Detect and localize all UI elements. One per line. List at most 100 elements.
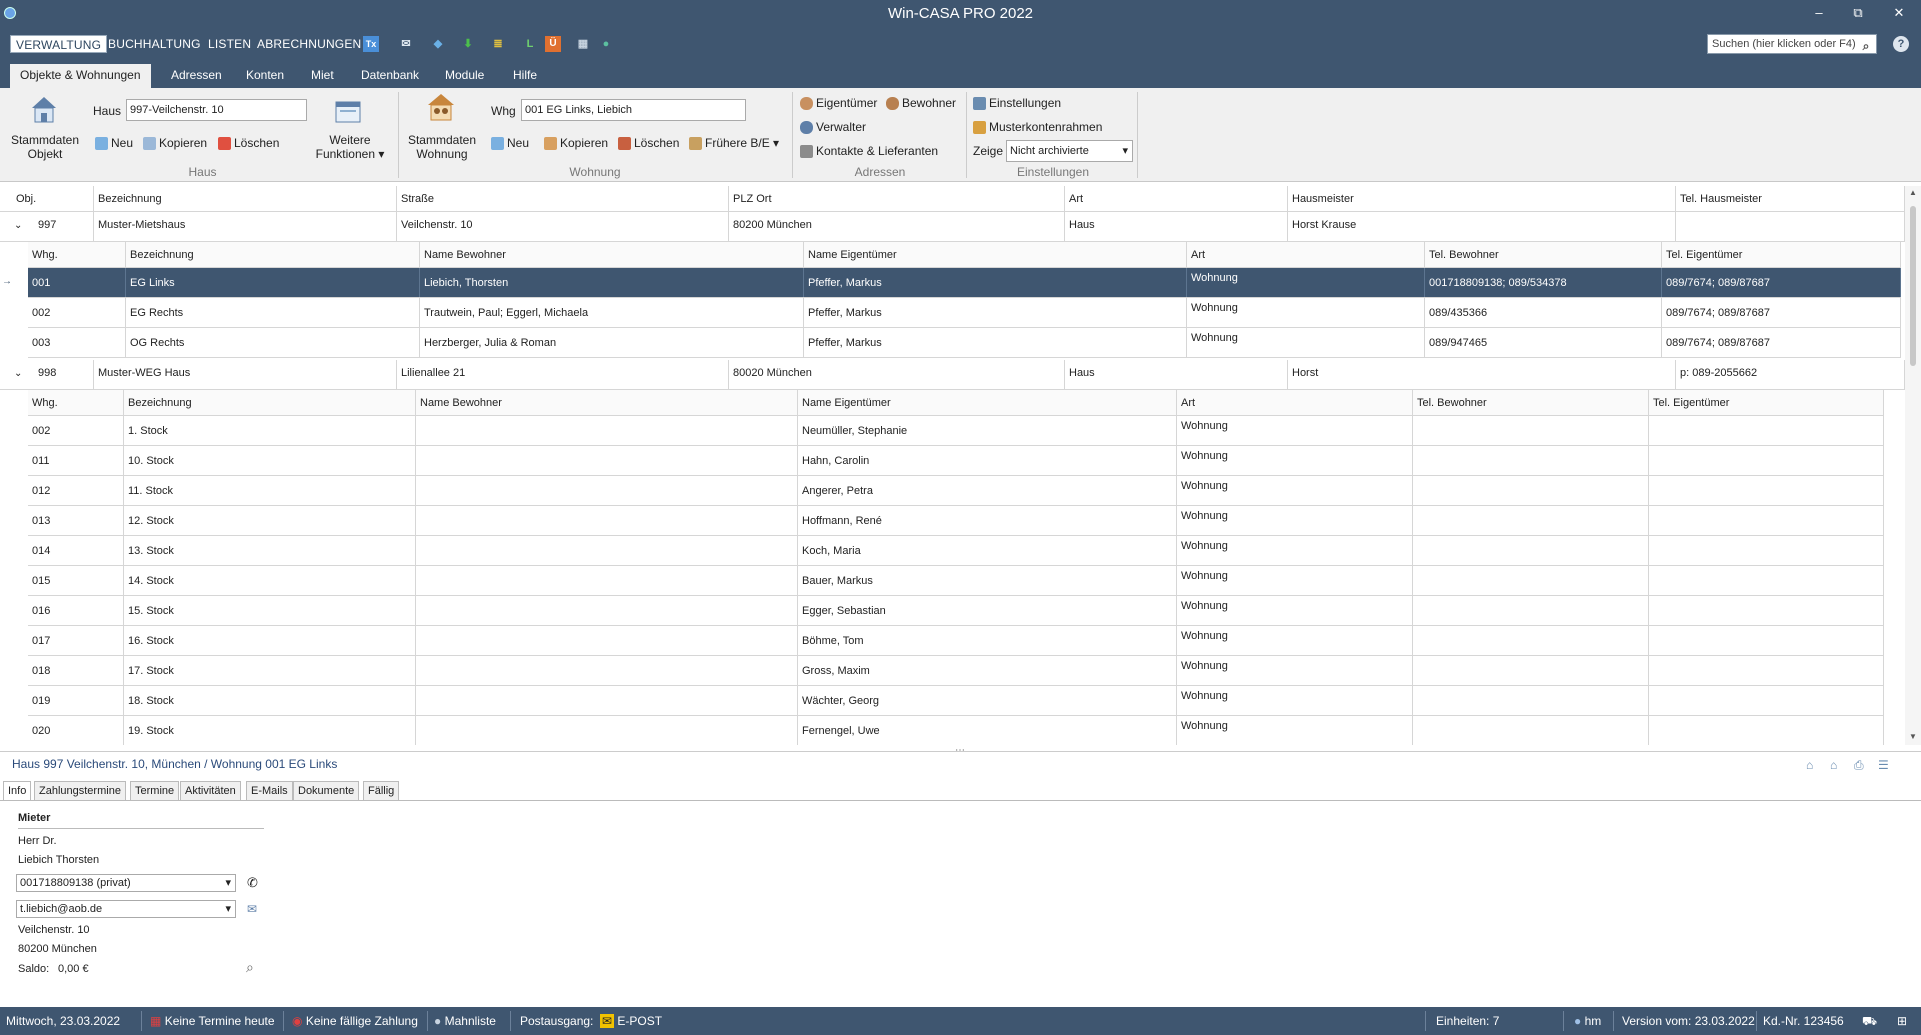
- sub-column-header[interactable]: Art: [1177, 390, 1413, 415]
- u-icon[interactable]: Ü: [545, 36, 561, 52]
- phone-select[interactable]: 001718809138 (privat) ▾: [16, 874, 236, 892]
- unit-row[interactable]: 020 19. Stock Fernengel, Uwe Wohnung: [28, 716, 1884, 745]
- whg-kopieren-button[interactable]: Kopieren: [544, 136, 608, 151]
- send-mail-icon[interactable]: ✉: [247, 902, 257, 916]
- sub-column-header[interactable]: Name Eigentümer: [798, 390, 1177, 415]
- sub-column-header[interactable]: Tel. Bewohner: [1413, 390, 1649, 415]
- search-input[interactable]: Suchen (hier klicken oder F4): [1707, 34, 1877, 54]
- bewohner-button[interactable]: Bewohner: [886, 96, 956, 111]
- unit-row[interactable]: 017 16. Stock Böhme, Tom Wohnung: [28, 626, 1884, 656]
- tab-emails[interactable]: E-Mails: [246, 781, 293, 801]
- column-header[interactable]: Obj.: [12, 186, 94, 211]
- unit-row[interactable]: 016 15. Stock Egger, Sebastian Wohnung: [28, 596, 1884, 626]
- sub-column-header[interactable]: Bezeichnung: [124, 390, 416, 415]
- column-header[interactable]: Tel. Hausmeister: [1676, 186, 1905, 211]
- mail-icon[interactable]: ✉: [398, 36, 414, 52]
- unit-row[interactable]: 013 12. Stock Hoffmann, René Wohnung: [28, 506, 1884, 536]
- house-row[interactable]: ⌄ 998 Muster-WEG Haus Lilienallee 21 80020 M…: [0, 360, 1905, 390]
- sub-column-header[interactable]: Whg.: [28, 390, 124, 415]
- download-icon[interactable]: ⬇: [460, 36, 476, 52]
- status-termine[interactable]: ▦ Keine Termine heute: [150, 1014, 275, 1028]
- phone-icon[interactable]: ✆: [247, 875, 258, 891]
- musterkontenrahmen-button[interactable]: Musterkontenrahmen: [973, 120, 1102, 135]
- chevron-down-icon[interactable]: ⌄: [14, 368, 22, 379]
- magnifier-icon[interactable]: ⌕: [246, 959, 254, 976]
- tx-icon[interactable]: Tx: [363, 36, 379, 52]
- kontakte-lieferanten-button[interactable]: Kontakte & Lieferanten: [800, 144, 938, 159]
- sub-column-header[interactable]: Tel. Eigentümer: [1649, 390, 1884, 415]
- sub-column-header[interactable]: Bezeichnung: [126, 242, 420, 267]
- haus-loeschen-button[interactable]: Löschen: [218, 136, 279, 151]
- unit-row[interactable]: 002 1. Stock Neumüller, Stephanie Wohnung: [28, 416, 1884, 446]
- scroll-thumb[interactable]: [1910, 206, 1916, 366]
- tab-dokumente[interactable]: Dokumente: [293, 781, 360, 801]
- status-epost[interactable]: ✉ E-POST: [600, 1014, 662, 1028]
- unit-row[interactable]: 002 EG Rechts Trautwein, Paul; Eggerl, Mic…: [28, 298, 1901, 328]
- haus-neu-button[interactable]: Neu: [95, 136, 133, 151]
- car-icon[interactable]: ⛟: [1862, 1014, 1877, 1030]
- print-icon[interactable]: ⎙: [1854, 758, 1864, 773]
- column-header[interactable]: Bezeichnung: [94, 186, 397, 211]
- unit-row[interactable]: 003 OG Rechts Herzberger, Julia & Roman Pfe…: [28, 328, 1901, 358]
- tab-miet[interactable]: Miet: [303, 64, 342, 88]
- transfer-icon[interactable]: ◆: [430, 36, 446, 52]
- menu-buchhaltung[interactable]: BUCHHALTUNG: [103, 35, 206, 53]
- column-header[interactable]: Straße: [397, 186, 729, 211]
- home-icon[interactable]: ⌂: [1830, 758, 1837, 772]
- minimize-button[interactable]: –: [1808, 4, 1830, 22]
- sub-column-header[interactable]: Name Bewohner: [416, 390, 798, 415]
- unit-row[interactable]: 015 14. Stock Bauer, Markus Wohnung: [28, 566, 1884, 596]
- unit-row[interactable]: 012 11. Stock Angerer, Petra Wohnung: [28, 476, 1884, 506]
- house-row[interactable]: ⌄ 997 Muster-Mietshaus Veilchenstr. 10 80200…: [0, 212, 1905, 242]
- tab-module[interactable]: Module: [437, 64, 492, 88]
- sub-column-header[interactable]: Tel. Eigentümer: [1662, 242, 1901, 267]
- tab-datenbank[interactable]: Datenbank: [353, 64, 427, 88]
- status-mahnliste[interactable]: ● Mahnliste: [434, 1014, 496, 1028]
- sub-column-header[interactable]: Art: [1187, 242, 1425, 267]
- whg-select[interactable]: 001 EG Links, Liebich: [521, 99, 746, 121]
- haus-select[interactable]: 997-Veilchenstr. 10: [126, 99, 307, 121]
- whg-loeschen-button[interactable]: Löschen: [618, 136, 679, 151]
- list-icon[interactable]: ☰: [1878, 758, 1889, 772]
- tab-faellig[interactable]: Fällig: [363, 781, 400, 801]
- column-header[interactable]: Hausmeister: [1288, 186, 1676, 211]
- tab-aktivitaeten[interactable]: Aktivitäten: [180, 781, 241, 801]
- help-icon[interactable]: ?: [1893, 36, 1909, 52]
- email-select[interactable]: t.liebich@aob.de ▾: [16, 900, 236, 918]
- menu-verwaltung[interactable]: VERWALTUNG: [10, 35, 108, 53]
- list-icon[interactable]: ≣: [490, 36, 506, 52]
- column-header[interactable]: PLZ Ort: [729, 186, 1065, 211]
- splitter-grip[interactable]: ⋯: [955, 745, 965, 756]
- status-zahlung[interactable]: ◉ Keine fällige Zahlung: [292, 1014, 418, 1028]
- einstellungen-button[interactable]: Einstellungen: [973, 96, 1061, 111]
- tab-zahlungstermine[interactable]: Zahlungstermine: [34, 781, 126, 801]
- menu-abrechnungen[interactable]: ABRECHNUNGEN: [252, 35, 366, 53]
- l-icon[interactable]: L: [522, 36, 538, 52]
- people-icon[interactable]: ●: [598, 36, 614, 52]
- scroll-down-icon[interactable]: ▼: [1909, 732, 1917, 741]
- sub-column-header[interactable]: Whg.: [28, 242, 126, 267]
- search-icon[interactable]: ⌕: [1858, 38, 1874, 54]
- calculator-icon[interactable]: ▦: [575, 36, 591, 52]
- tab-termine[interactable]: Termine: [130, 781, 180, 801]
- sub-column-header[interactable]: Tel. Bewohner: [1425, 242, 1662, 267]
- close-button[interactable]: ✕: [1888, 4, 1910, 22]
- verwalter-button[interactable]: Verwalter: [800, 120, 866, 135]
- menu-listen[interactable]: LISTEN: [203, 35, 256, 53]
- scroll-up-icon[interactable]: ▲: [1909, 188, 1917, 197]
- tab-adressen[interactable]: Adressen: [163, 64, 230, 88]
- unit-row[interactable]: 001 EG Links Liebich, Thorsten Pfeffer, Mar…: [28, 268, 1901, 298]
- zeige-select[interactable]: Nicht archivierte ▾: [1006, 140, 1133, 162]
- fruehere-be-button[interactable]: Frühere B/E ▾: [689, 136, 779, 151]
- haus-kopieren-button[interactable]: Kopieren: [143, 136, 207, 151]
- house-icon[interactable]: ⌂: [1806, 758, 1813, 772]
- unit-row[interactable]: 018 17. Stock Gross, Maxim Wohnung: [28, 656, 1884, 686]
- unit-row[interactable]: 011 10. Stock Hahn, Carolin Wohnung: [28, 446, 1884, 476]
- maximize-button[interactable]: ⧉: [1847, 4, 1869, 22]
- unit-row[interactable]: 019 18. Stock Wächter, Georg Wohnung: [28, 686, 1884, 716]
- eigentuemer-button[interactable]: Eigentümer: [800, 96, 877, 111]
- column-header[interactable]: Art: [1065, 186, 1288, 211]
- sub-column-header[interactable]: Name Bewohner: [420, 242, 804, 267]
- tab-hilfe[interactable]: Hilfe: [505, 64, 545, 88]
- tab-objekte-wohnungen[interactable]: Objekte & Wohnungen: [10, 64, 151, 88]
